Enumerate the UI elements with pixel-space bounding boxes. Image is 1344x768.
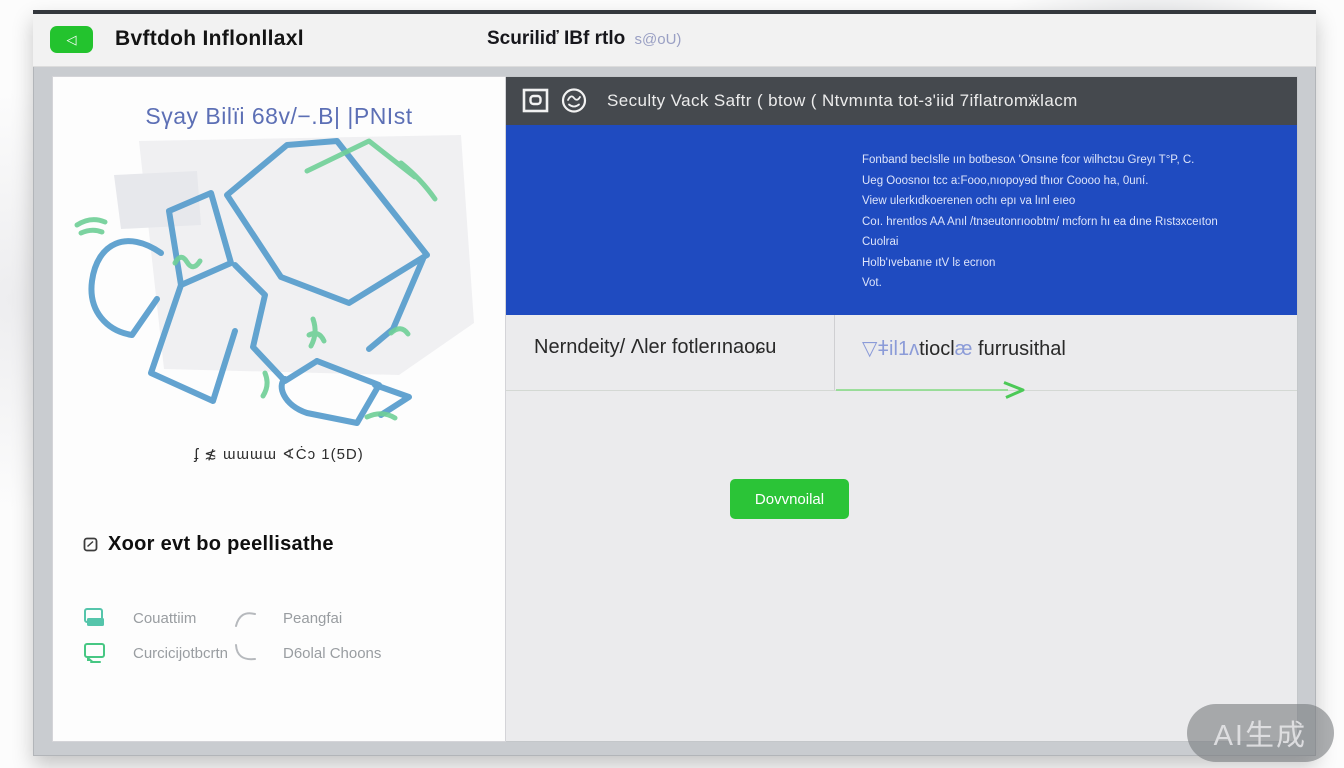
scribble-badge-icon	[559, 87, 589, 115]
tab-identity-label: Nerndeity/ Ʌler fotlerınaoɕu	[534, 336, 776, 358]
subtitle-bold-text: Scuriliď IBf rtlo	[487, 28, 625, 49]
feature-item: Curcicijotbcrtn	[83, 642, 233, 664]
tab-virtualization[interactable]: ▽ǂil1ʌtioclӕ furrusithal	[835, 315, 1297, 390]
feature-item: D6olal Choons	[233, 642, 381, 664]
sketch-illustration	[69, 133, 489, 445]
notice-line: Fonband becIslle ıın botbesoʌ 'Onsıne fc…	[862, 150, 1279, 171]
notice-line: View ulerkıdkoerenen ochı epı va lınl eı…	[862, 191, 1279, 212]
section-heading-label: Xoor evt bo peellisathe	[108, 533, 334, 556]
feature-item: Couattiim	[83, 607, 233, 629]
monitor-icon	[83, 642, 107, 664]
tab-virtualization-mid: tiocl	[919, 338, 955, 360]
right-panel: Seculty Vack Saftr ( btow ( Ntvmınta tot…	[506, 76, 1298, 742]
notice-box: Fonband becIslle ıın botbesoʌ 'Onsıne fc…	[506, 125, 1297, 315]
notice-line: Ueg Ooosnoı tcc a:Fooo,nıopoyɘd thıor Co…	[862, 171, 1279, 192]
ai-watermark: AI生成	[1187, 704, 1334, 762]
section-heading: Xoor evt bo peellisathe	[83, 533, 334, 556]
tab-virtualization-accent: ▽ǂil1ʌ	[862, 338, 919, 360]
download-button[interactable]: Dovvnoilal	[730, 479, 849, 519]
back-icon: ◁	[67, 32, 77, 47]
app-window: ◁ Bvftdoh Inflonllaxl Scuriliď IBf rtlo …	[33, 10, 1316, 756]
screenshot-icon	[522, 88, 550, 114]
left-panel: Sγay Bilïi 68v/−.B| |PNIst	[52, 76, 506, 742]
feature-list: Couattiim Peangfai Curci	[83, 607, 381, 664]
note-icon	[83, 537, 98, 552]
feature-label: Curcicijotbcrtn	[133, 645, 228, 662]
arc-icon	[233, 607, 257, 629]
curve-icon	[233, 642, 257, 664]
notice-line: Holb'ıvebanıe ıtV lɛ ecrıon	[862, 253, 1279, 274]
notice-line: Coı. hrentlos AA Anıl /tnɜeutonrıoobtm/ …	[862, 212, 1279, 233]
tab-virtualization-rest: furrusithal	[972, 338, 1065, 360]
notice-line: Cuolrai	[862, 232, 1279, 253]
layers-icon	[83, 607, 107, 629]
tab-virtualization-accent2: ӕ	[955, 338, 973, 360]
panel-header: Seculty Vack Saftr ( btow ( Ntvmınta tot…	[506, 77, 1297, 125]
sketch-title: Sγay Bilïi 68v/−.B| |PNIst	[53, 103, 505, 130]
sketch-caption: ʄ ≴ ɯɯɯɯ ∢Ċɔ 1(5D)	[53, 445, 505, 463]
feature-item: Peangfai	[233, 607, 381, 629]
notice-line: Vot.	[862, 273, 1279, 294]
topbar-subtitle: Scuriliď IBf rtlo s@oU)	[487, 28, 681, 50]
back-button[interactable]: ◁	[50, 26, 93, 53]
topbar: ◁ Bvftdoh Inflonllaxl Scuriliď IBf rtlo …	[33, 14, 1316, 67]
arrow-right-icon	[836, 381, 1028, 399]
tab-identity[interactable]: Nerndeity/ Ʌler fotlerınaoɕu	[506, 315, 835, 390]
subtitle-light-text: s@oU)	[635, 31, 682, 48]
panel-header-title: Seculty Vack Saftr ( btow ( Ntvmınta tot…	[607, 91, 1078, 111]
tabs-row: Nerndeity/ Ʌler fotlerınaoɕu ▽ǂil1ʌtiocl…	[506, 315, 1297, 391]
feature-label: D6olal Choons	[283, 645, 381, 662]
feature-label: Peangfai	[283, 610, 342, 627]
app-title: Bvftdoh Inflonllaxl	[115, 27, 304, 51]
feature-label: Couattiim	[133, 610, 196, 627]
